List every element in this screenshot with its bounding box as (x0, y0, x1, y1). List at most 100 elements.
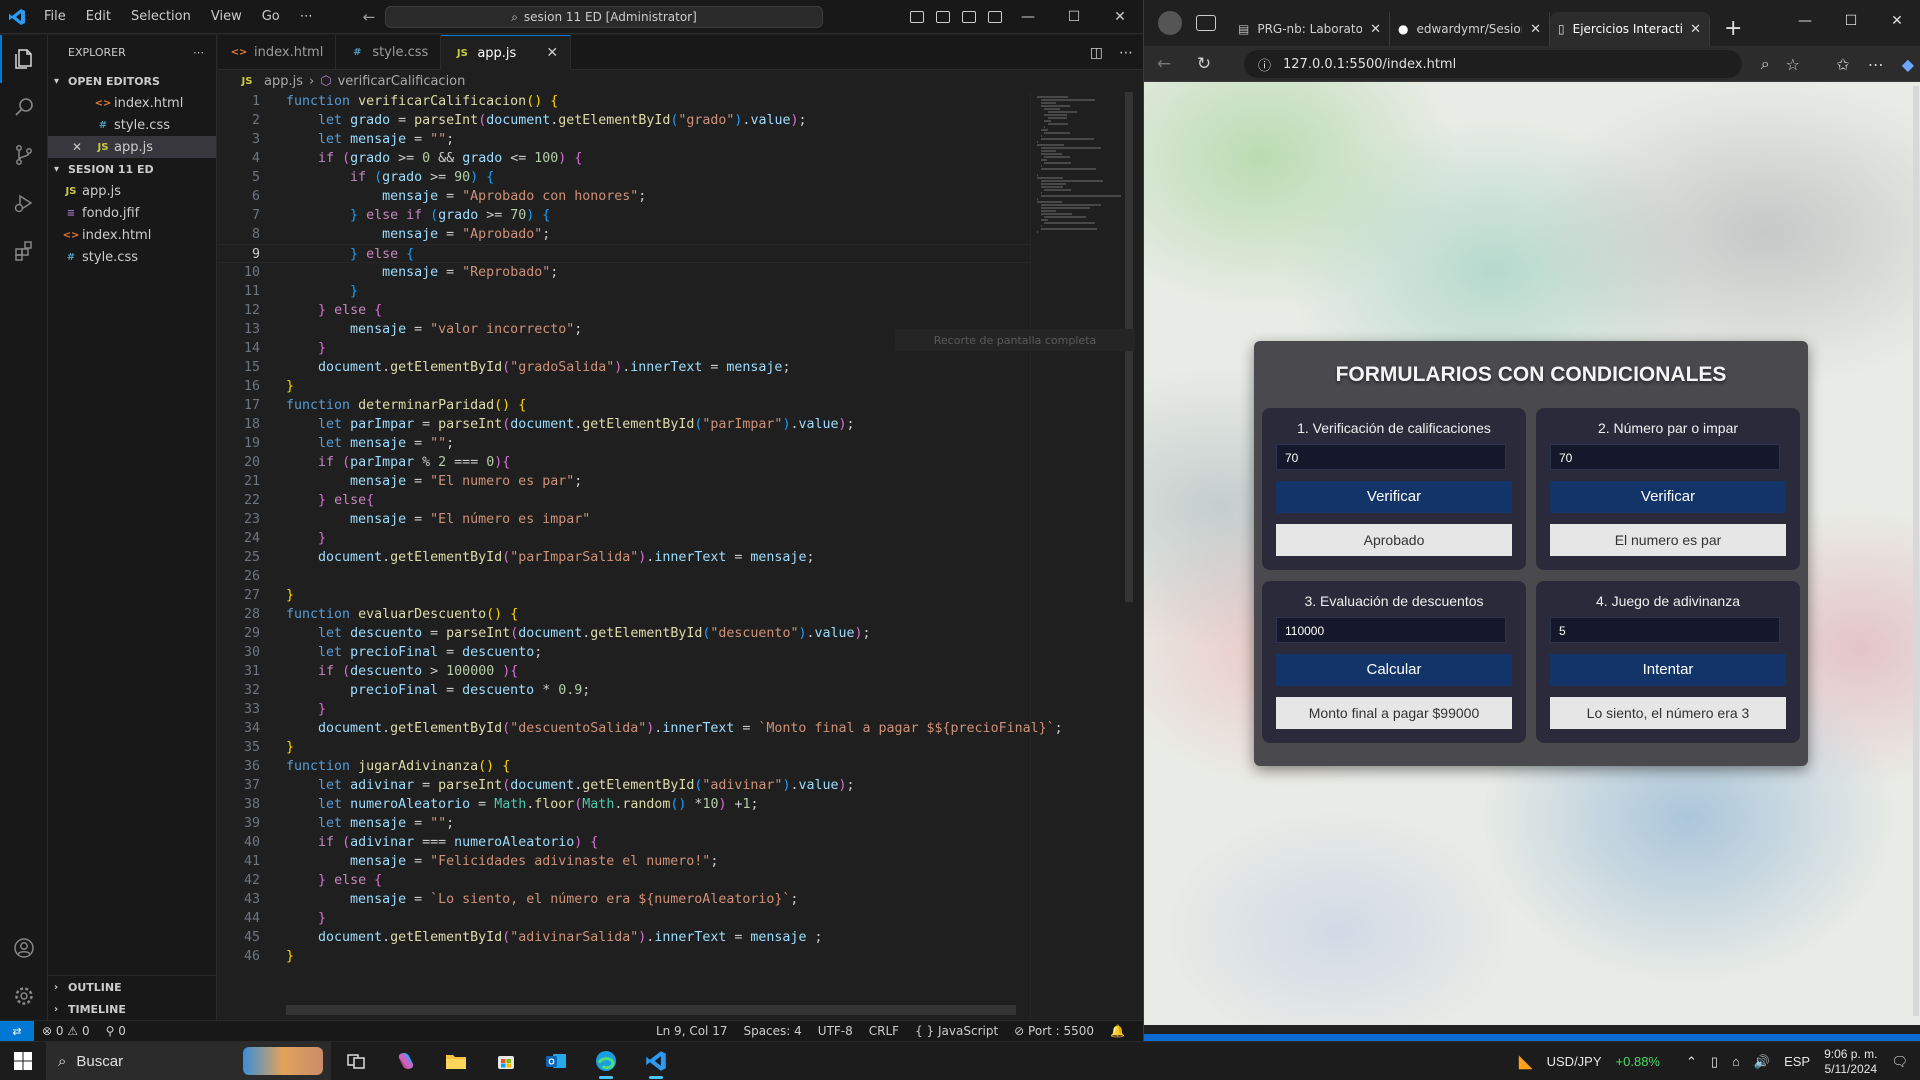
tab-app-js[interactable]: JS app.js ✕ (441, 35, 572, 70)
code-line[interactable]: 3 let mensaje = ""; (218, 130, 1030, 149)
copilot-taskbar-icon[interactable] (381, 1042, 431, 1080)
menu-go[interactable]: Go (252, 0, 290, 34)
browser-tab-ejercicios[interactable]: ▯ Ejercicios Interactivos ✕ (1550, 12, 1710, 46)
code-line[interactable]: 8 mensaje = "Aprobado"; (218, 225, 1030, 244)
code-line[interactable]: 31 if (descuento > 100000 ){ (218, 662, 1030, 681)
minimize-icon[interactable]: — (1005, 0, 1051, 34)
more-actions-icon[interactable]: ⋯ (1119, 45, 1133, 61)
code-line[interactable]: 37 let adivinar = parseInt(document.getE… (218, 776, 1030, 795)
code-line[interactable]: 15 document.getElementById("gradoSalida"… (218, 358, 1030, 377)
code-line[interactable]: 39 let mensaje = ""; (218, 814, 1030, 833)
command-center[interactable]: ⌕ sesion 11 ED [Administrator] (385, 6, 823, 28)
accounts-icon[interactable] (0, 924, 48, 972)
code-line[interactable]: 5 if (grado >= 90) { (218, 168, 1030, 187)
end-of-line[interactable]: CRLF (861, 1024, 907, 1038)
outlook-icon[interactable]: O (531, 1042, 581, 1080)
stock-widget-icon[interactable]: ◣ (1519, 1051, 1533, 1072)
code-line[interactable]: 21 mensaje = "El numero es par"; (218, 472, 1030, 491)
vscode-taskbar-icon[interactable] (631, 1042, 681, 1080)
profile-avatar[interactable] (1158, 11, 1182, 35)
extensions-icon[interactable] (0, 227, 48, 275)
file-fondo-jfif[interactable]: ≡ fondo.jfif (48, 202, 216, 224)
new-tab-icon[interactable]: + (1724, 16, 1742, 41)
code-line[interactable]: 1 function verificarCalificacion() { (218, 92, 1030, 111)
code-line[interactable]: 46} (218, 947, 1030, 966)
browser-tab-github[interactable]: ● edwardymr/Sesion ✕ (1390, 12, 1550, 46)
code-line[interactable]: 11 } (218, 282, 1030, 301)
remote-indicator-icon[interactable]: ⇄ (0, 1020, 34, 1042)
code-line[interactable]: 4 if (grado >= 0 && grado <= 100) { (218, 149, 1030, 168)
ports-indicator[interactable]: ⚲ 0 (98, 1024, 134, 1038)
intentar-button[interactable]: Intentar (1550, 654, 1786, 686)
open-editor-index-html[interactable]: <> index.html (48, 92, 216, 114)
edge-icon[interactable] (581, 1042, 631, 1080)
file-style-css[interactable]: # style.css (48, 246, 216, 268)
search-icon[interactable] (0, 83, 48, 131)
code-line[interactable]: 12 } else { (218, 301, 1030, 320)
toggle-panel-icon[interactable] (936, 11, 950, 23)
tray-device-icon[interactable]: ▯ (1711, 1054, 1718, 1070)
clock[interactable]: 9:06 p. m. 5/11/2024 (1824, 1047, 1877, 1077)
live-server-port[interactable]: ⊘ Port : 5500 (1006, 1024, 1102, 1038)
close-tab-icon[interactable]: ✕ (546, 45, 558, 61)
close-editor-icon[interactable]: ✕ (72, 140, 94, 154)
browser-tab-prg[interactable]: ▤ PRG-nb: Laboratorio ✕ (1230, 12, 1390, 46)
code-line[interactable]: 35} (218, 738, 1030, 757)
cursor-position[interactable]: Ln 9, Col 17 (648, 1024, 736, 1038)
close-tab-icon[interactable]: ✕ (1530, 22, 1541, 37)
menu-more[interactable]: ⋯ (290, 0, 323, 34)
code-line[interactable]: 26 (218, 567, 1030, 586)
explorer-icon[interactable] (0, 35, 48, 83)
code-line[interactable]: 28 function evaluarDescuento() { (218, 605, 1030, 624)
back-arrow-icon[interactable]: ← (363, 8, 376, 26)
code-line[interactable]: 43 mensaje = `Lo siento, el número era $… (218, 890, 1030, 909)
code-line[interactable]: 2 let grado = parseInt(document.getEleme… (218, 111, 1030, 130)
address-bar[interactable]: ⓘ 127.0.0.1:5500/index.html (1244, 50, 1742, 78)
menu-view[interactable]: View (201, 0, 252, 34)
code-line[interactable]: 32 precioFinal = descuento * 0.9; (218, 681, 1030, 700)
code-line[interactable]: 9 } else { (218, 244, 1030, 263)
back-icon[interactable]: ← (1144, 54, 1184, 74)
notifications-icon[interactable]: 🗨 (1891, 1054, 1908, 1070)
code-line[interactable]: 44 } (218, 909, 1030, 928)
chevron-up-icon[interactable]: ⌃ (1686, 1054, 1697, 1070)
verificar-calificacion-button[interactable]: Verificar (1276, 481, 1512, 513)
descuento-input[interactable]: 110000 (1276, 617, 1506, 643)
split-editor-icon[interactable]: ◫ (1090, 45, 1103, 61)
manage-gear-icon[interactable] (0, 972, 48, 1020)
file-index-html[interactable]: <> index.html (48, 224, 216, 246)
minimap[interactable] (1030, 92, 1125, 1020)
code-line[interactable]: 45 document.getElementById("adivinarSali… (218, 928, 1030, 947)
code-line[interactable]: 38 let numeroAleatorio = Math.floor(Math… (218, 795, 1030, 814)
close-tab-icon[interactable]: ✕ (1690, 22, 1701, 37)
open-editor-app-js[interactable]: ✕ JS app.js (48, 136, 216, 158)
timeline-section[interactable]: › TIMELINE (48, 998, 216, 1020)
code-line[interactable]: 19 let mensaje = ""; (218, 434, 1030, 453)
folder-section[interactable]: ▾ SESION 11 ED (48, 158, 216, 180)
breadcrumb-file[interactable]: app.js (264, 74, 303, 89)
code-line[interactable]: 25 document.getElementById("parImparSali… (218, 548, 1030, 567)
ticker-symbol[interactable]: USD/JPY (1547, 1054, 1602, 1069)
code-line[interactable]: 34 document.getElementById("descuentoSal… (218, 719, 1063, 738)
verificar-paridad-button[interactable]: Verificar (1550, 481, 1786, 513)
problems-indicator[interactable]: ⊗ 0 ⚠ 0 (34, 1024, 98, 1038)
code-editor[interactable]: 1 function verificarCalificacion() {2 let… (218, 92, 1063, 1020)
code-line[interactable]: 33 } (218, 700, 1030, 719)
microsoft-store-icon[interactable] (481, 1042, 531, 1080)
favorites-icon[interactable]: ✩ (1836, 55, 1849, 74)
task-view-icon[interactable] (331, 1042, 381, 1080)
code-line[interactable]: 22 } else{ (218, 491, 1030, 510)
start-button[interactable] (0, 1052, 46, 1070)
code-line[interactable]: 30 let precioFinal = descuento; (218, 643, 1030, 662)
breadcrumb-symbol[interactable]: verificarCalificacion (338, 74, 466, 89)
adivinar-input[interactable]: 5 (1550, 617, 1780, 643)
code-line[interactable]: 29 let descuento = parseInt(document.get… (218, 624, 1030, 643)
close-icon[interactable]: ✕ (1874, 0, 1920, 42)
minimize-icon[interactable]: — (1782, 0, 1828, 42)
settings-more-icon[interactable]: ⋯ (1868, 55, 1884, 74)
code-line[interactable]: 36 function jugarAdivinanza() { (218, 757, 1030, 776)
tab-style-css[interactable]: # style.css (336, 35, 442, 70)
editor-horizontal-scrollbar[interactable] (286, 1005, 1016, 1015)
code-line[interactable]: 41 mensaje = "Felicidades adivinaste el … (218, 852, 1030, 871)
tab-index-html[interactable]: <> index.html (218, 35, 337, 70)
